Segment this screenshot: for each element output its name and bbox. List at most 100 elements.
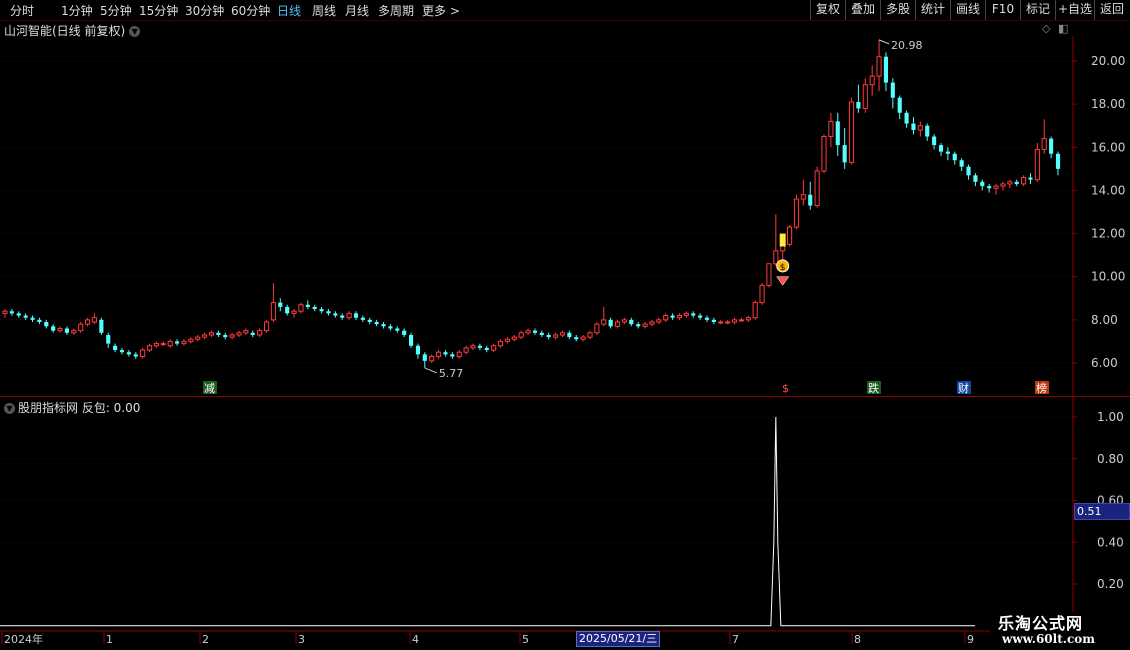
mark-button[interactable]: 标记: [1020, 0, 1055, 20]
tab-fenshi[interactable]: 分时: [10, 2, 34, 19]
overlay-button[interactable]: 叠加: [845, 0, 880, 20]
add-watchlist-button[interactable]: +自选: [1055, 0, 1094, 20]
candle-body: [938, 145, 944, 152]
candle-body: [904, 112, 909, 124]
candle-body: [683, 312, 689, 317]
candle-body: [745, 317, 751, 321]
candle-body: [731, 319, 738, 323]
tab-60min[interactable]: 60分钟: [231, 2, 270, 19]
draw-line-button[interactable]: 画线: [950, 0, 985, 20]
candle-body: [766, 263, 772, 286]
candle-body: [319, 309, 324, 312]
back-button[interactable]: 返回: [1094, 0, 1129, 20]
candle-body: [842, 145, 847, 163]
tab-multi-period[interactable]: 多周期: [378, 2, 414, 19]
tab-daily[interactable]: 日线: [277, 2, 301, 19]
candle-body: [140, 349, 146, 358]
candle-body: [621, 319, 627, 323]
candle-body: [518, 332, 524, 338]
candle-body: [1007, 181, 1013, 185]
tab-monthly[interactable]: 月线: [345, 2, 369, 19]
date-axis: 2024年123456789: [0, 630, 1130, 646]
adjust-button[interactable]: 复权: [810, 0, 845, 20]
candle-body: [415, 345, 421, 355]
candlestick-chart[interactable]: 20.00 18.00 16.00 14.00 12.00 10.00 8.00 6.00 20…: [0, 36, 1130, 396]
candle-body: [71, 330, 77, 334]
candle-body: [614, 321, 621, 327]
y-tick-label: 8.00: [1091, 313, 1118, 327]
candle-body: [51, 326, 56, 331]
low-pointer: [424, 367, 438, 374]
tab-15min[interactable]: 15分钟: [139, 2, 178, 19]
stats-button[interactable]: 统计: [915, 0, 950, 20]
candle-body: [663, 315, 669, 321]
candle-body: [16, 313, 21, 316]
x-tick-label: 5: [522, 633, 529, 646]
candle-body: [539, 332, 544, 335]
diamond-icon[interactable]: ◇: [1042, 22, 1050, 35]
candle-body: [44, 322, 49, 327]
candle-body: [353, 313, 359, 318]
diamond-icon: [776, 276, 790, 286]
window-icon[interactable]: ◧: [1058, 22, 1068, 35]
candle-body: [9, 311, 14, 314]
candle-body: [897, 97, 902, 113]
candle-body: [360, 317, 365, 320]
candle-body: [291, 310, 297, 314]
indicator-line: [0, 416, 975, 627]
highlight-bar: [779, 233, 786, 247]
low-label: 5.77: [439, 367, 464, 380]
candle-body: [174, 341, 180, 344]
candle-body: [381, 324, 386, 327]
candle-body: [793, 198, 800, 228]
candle-body: [636, 324, 641, 327]
candle-body: [223, 334, 228, 338]
candle-body: [642, 323, 648, 327]
candle-body: [773, 250, 779, 265]
watermark-url: www.60lt.com: [1002, 632, 1095, 646]
multi-stock-button[interactable]: 多股: [880, 0, 915, 20]
candle-body: [160, 343, 166, 346]
tab-more[interactable]: 更多 >: [422, 2, 460, 19]
candle-body: [78, 323, 84, 332]
y-tick-label: 14.00: [1091, 183, 1125, 197]
candle-body: [800, 194, 806, 200]
candle-body: [91, 317, 98, 323]
tab-5min[interactable]: 5分钟: [100, 2, 132, 19]
candle-body: [1049, 138, 1054, 154]
candle-body: [236, 332, 242, 336]
candle-body: [704, 317, 710, 320]
candle-body: [759, 284, 765, 304]
candle-body: [263, 321, 270, 332]
candle-body: [23, 315, 28, 318]
candle-body: [973, 175, 978, 182]
tab-1min[interactable]: 1分钟: [61, 2, 93, 19]
candle-body: [856, 101, 861, 109]
candle-body: [670, 315, 675, 318]
candle-body: [402, 330, 407, 335]
y-tick-label: 6.00: [1091, 356, 1118, 370]
watermark-title: 乐淘公式网: [998, 614, 1084, 633]
x-tick-label: 2: [202, 633, 209, 646]
candle-body: [326, 311, 331, 314]
candle-body: [57, 327, 63, 332]
candle-body: [133, 354, 138, 357]
event-marker: 减: [204, 382, 215, 395]
candle-body: [608, 319, 613, 327]
candle-body: [504, 338, 510, 342]
event-marker: 财: [958, 381, 969, 395]
candle-body: [814, 170, 820, 207]
candle-body: [718, 321, 724, 324]
candle-body: [1014, 181, 1019, 184]
tab-30min[interactable]: 30分钟: [185, 2, 224, 19]
candle-body: [305, 304, 310, 307]
svg-text:$: $: [780, 263, 786, 273]
candle-body: [532, 330, 538, 333]
candle-body: [587, 332, 593, 338]
tab-weekly[interactable]: 周线: [312, 2, 336, 19]
indicator-chart[interactable]: 1.000.800.600.400.20: [0, 397, 1130, 630]
money-bag-icon: $: [776, 259, 790, 273]
y-tick-label: 18.00: [1091, 97, 1125, 111]
candle-body: [443, 352, 448, 355]
f10-button[interactable]: F10: [985, 0, 1020, 20]
